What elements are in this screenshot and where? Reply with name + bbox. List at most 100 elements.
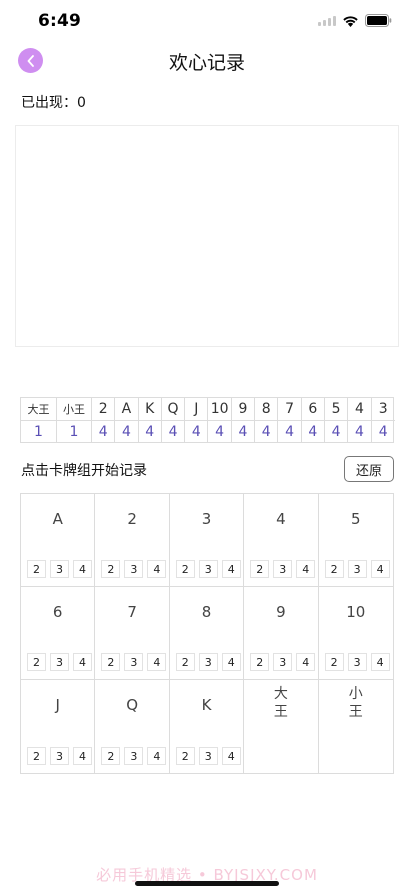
counter-button[interactable]: 4: [221, 747, 241, 765]
count-header: 10: [208, 398, 232, 421]
page-title: 欢心记录: [168, 52, 245, 74]
card-label: 10: [346, 603, 366, 621]
counter-button[interactable]: 4: [296, 653, 316, 671]
counter-button[interactable]: 4: [73, 747, 92, 765]
count-header: 大王: [21, 398, 57, 421]
signal-icon: [318, 15, 336, 26]
wifi-icon: [342, 15, 359, 27]
card-label: 6: [52, 603, 63, 621]
counter-button[interactable]: 3: [124, 560, 144, 578]
count-value: 4: [162, 421, 186, 443]
card-cell[interactable]: 6 234: [21, 587, 96, 680]
counter-button[interactable]: 4: [147, 560, 167, 578]
counter-button[interactable]: 2: [324, 560, 344, 578]
status-time: 6:49: [38, 11, 82, 31]
counter-button[interactable]: 4: [73, 653, 92, 671]
card-cell[interactable]: 小王: [319, 680, 393, 773]
counter-button[interactable]: 3: [347, 560, 367, 578]
record-area: [15, 125, 399, 347]
count-header: 7: [278, 398, 302, 421]
card-cell[interactable]: 7 234: [95, 587, 170, 680]
counter-row: 234: [175, 560, 241, 578]
counter-button[interactable]: 2: [27, 560, 46, 578]
card-cell[interactable]: 大王: [244, 680, 319, 773]
card-cell[interactable]: 3234: [169, 494, 245, 587]
count-header: A: [115, 398, 139, 421]
counter-row: 234: [250, 560, 316, 578]
count-header: K: [138, 398, 162, 421]
home-indicator: [135, 881, 279, 886]
restore-button[interactable]: 还原: [344, 456, 394, 482]
count-value: 1: [57, 421, 92, 443]
card-cell[interactable]: 2234: [95, 494, 170, 587]
count-header: 3: [371, 398, 395, 421]
counter-row: 234: [101, 560, 167, 578]
counter-button[interactable]: 4: [147, 653, 167, 671]
counter-button[interactable]: 4: [221, 653, 241, 671]
counter-row: 234: [324, 560, 390, 578]
counter-button[interactable]: 3: [50, 653, 69, 671]
card-label: Q: [126, 696, 138, 714]
card-label: A: [52, 510, 63, 528]
count-value: 4: [208, 421, 232, 443]
counter-button[interactable]: 3: [50, 560, 69, 578]
counter-button[interactable]: 2: [175, 653, 195, 671]
card-cell[interactable]: 9 234: [244, 587, 319, 680]
appeared-count: 已出现：0: [21, 95, 86, 111]
card-label: 大王: [273, 686, 288, 720]
counter-button[interactable]: 2: [175, 560, 195, 578]
card-cell[interactable]: 10 2 3 4: [318, 587, 393, 680]
counter-button[interactable]: 3: [124, 747, 144, 765]
counter-row: 234: [324, 653, 390, 671]
count-header: Q: [161, 398, 186, 421]
count-value: 4: [378, 424, 388, 440]
status-icons: [318, 14, 392, 27]
card-cell[interactable]: 5 234: [318, 494, 393, 587]
counter-button[interactable]: 3: [50, 747, 69, 765]
counter-button[interactable]: 2: [250, 560, 270, 578]
counter-button[interactable]: 4: [73, 560, 92, 578]
counter-button[interactable]: 2: [101, 747, 121, 765]
counter-button[interactable]: 4: [296, 560, 316, 578]
counter-button[interactable]: 3: [273, 560, 293, 578]
card-label: K: [201, 696, 212, 714]
counter-button[interactable]: 3: [124, 653, 144, 671]
count-header: 9: [231, 398, 256, 421]
count-value: 4: [255, 421, 279, 443]
counter-button[interactable]: 2: [27, 747, 46, 765]
counter-button[interactable]: 3: [347, 653, 367, 671]
count-header: 6: [301, 398, 325, 421]
counter-button[interactable]: 4: [370, 560, 390, 578]
card-cell[interactable]: 4234: [244, 494, 319, 587]
counter-button[interactable]: 3: [198, 747, 218, 765]
card-grid: A 2 3 4 2 2 3 4 3 2 3 4 4 2 3 4 5 2 3 4 6 2 3 4 7 2 3 4 8 2 3 4 9 2 3 4 10 2 3…: [20, 493, 394, 774]
card-cell[interactable]: K 234: [170, 680, 245, 773]
card-cell[interactable]: J 234: [21, 680, 96, 773]
card-cell[interactable]: 8 234: [169, 587, 245, 680]
count-value: 4: [325, 421, 349, 443]
count-value: 4: [232, 421, 256, 443]
counter-button[interactable]: 2: [101, 560, 121, 578]
counter-button[interactable]: 4: [370, 653, 390, 671]
counter-button[interactable]: 3: [198, 653, 218, 671]
count-header: J: [185, 398, 209, 421]
card-cell[interactable]: A 234: [21, 494, 96, 587]
counter-button[interactable]: 2: [101, 653, 121, 671]
counter-button[interactable]: 2: [324, 653, 344, 671]
counter-button[interactable]: 4: [147, 747, 167, 765]
card-label: 2: [127, 510, 137, 528]
count-header: 小王: [57, 398, 92, 421]
battery-icon: [365, 14, 392, 27]
card-label: 小王: [348, 686, 363, 720]
card-label: 9: [276, 603, 286, 621]
counter-button[interactable]: 2: [27, 653, 46, 671]
counter-button[interactable]: 4: [221, 560, 241, 578]
counter-row: 234: [27, 560, 92, 578]
card-cell[interactable]: Q 234: [95, 680, 170, 773]
counter-button[interactable]: 3: [273, 653, 293, 671]
counter-button[interactable]: 2: [250, 653, 270, 671]
counter-button[interactable]: 2: [175, 747, 195, 765]
hint-text: 点击卡牌组开始记录: [21, 463, 147, 479]
counter-row: 234: [27, 653, 92, 671]
counter-button[interactable]: 3: [198, 560, 218, 578]
